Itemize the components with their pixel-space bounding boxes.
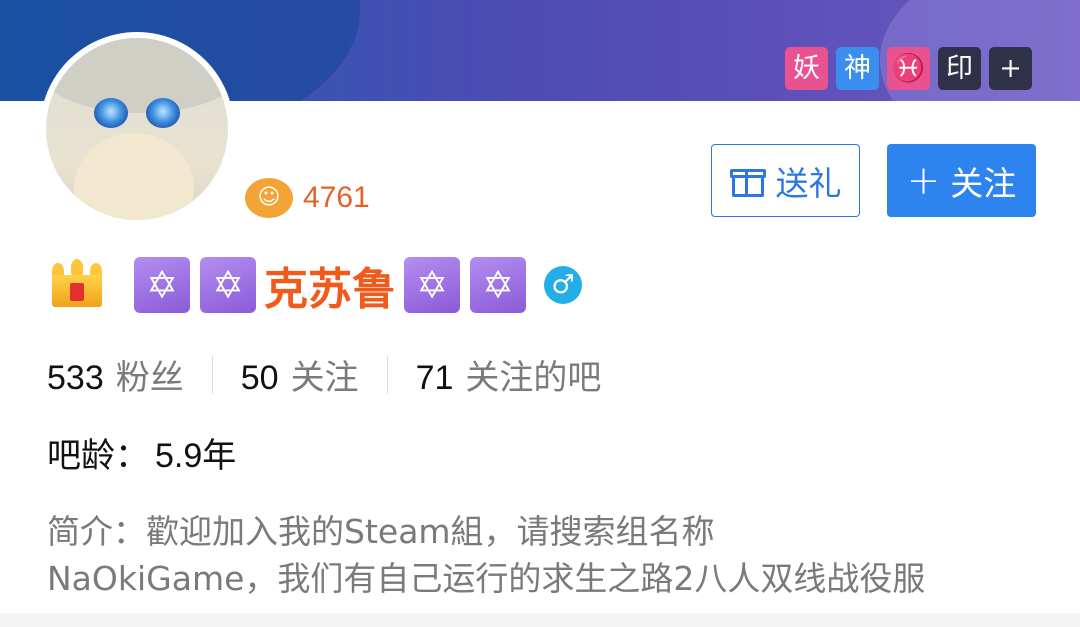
stats-row: 533 粉丝 50 关注 71 关注的吧 <box>47 350 601 399</box>
badge-add[interactable]: + <box>989 47 1032 90</box>
account-age: 吧龄： 5.9年 <box>47 428 236 477</box>
level-value: 4761 <box>303 181 370 214</box>
stat-followed-bars[interactable]: 71 关注的吧 <box>416 350 602 399</box>
follow-button-label: 关注 <box>950 163 1017 203</box>
gift-button[interactable]: 送礼 <box>711 144 860 217</box>
divider <box>386 355 388 394</box>
hexagram-icon: ✡ <box>404 257 460 313</box>
section-divider <box>0 613 1080 627</box>
username-row: ✡ ✡ 克苏鲁 ✡ ✡ ♂ <box>48 255 582 315</box>
badge-yin[interactable]: 印 <box>938 47 981 90</box>
stat-following[interactable]: 50 关注 <box>241 350 359 399</box>
level-emoji-icon: ☺ <box>245 178 293 218</box>
hexagram-icon: ✡ <box>470 257 526 313</box>
hexagram-icon: ✡ <box>200 257 256 313</box>
badge-row: 妖 神 ♓ 印 + <box>785 47 1032 90</box>
stat-number: 533 <box>47 359 104 397</box>
stat-label: 粉丝 <box>115 358 184 398</box>
plus-icon: + <box>906 157 941 204</box>
bio-line: NaOkiGame，我们有自己运行的求生之路2八人双线战役服 <box>47 559 926 598</box>
account-age-label: 吧龄： <box>47 436 149 476</box>
avatar[interactable] <box>40 32 234 226</box>
stat-label: 关注 <box>290 358 359 398</box>
badge-shen[interactable]: 神 <box>836 47 879 90</box>
badge-yao[interactable]: 妖 <box>785 47 828 90</box>
stat-label: 关注的吧 <box>465 358 602 398</box>
hexagram-icon: ✡ <box>134 257 190 313</box>
badge-pisces[interactable]: ♓ <box>887 47 930 90</box>
level-display[interactable]: ☺ 4761 <box>245 178 370 218</box>
stat-number: 71 <box>415 359 454 397</box>
username: 克苏鲁 <box>264 264 396 315</box>
bio-line: 简介：歡迎加入我的Steam組，请搜索组名称 <box>47 512 715 551</box>
stat-number: 50 <box>240 359 279 397</box>
avatar-image <box>46 38 228 220</box>
gift-button-label: 送礼 <box>775 163 842 203</box>
follow-button[interactable]: + 关注 <box>887 144 1036 217</box>
gift-icon <box>729 165 766 197</box>
divider <box>211 355 213 394</box>
crown-icon[interactable] <box>48 259 106 311</box>
stat-fans[interactable]: 533 粉丝 <box>47 350 184 399</box>
bio: 简介：歡迎加入我的Steam組，请搜索组名称 NaOkiGame，我们有自己运行… <box>47 508 1047 602</box>
male-gender-icon: ♂ <box>544 266 582 304</box>
account-age-value: 5.9年 <box>155 437 237 475</box>
